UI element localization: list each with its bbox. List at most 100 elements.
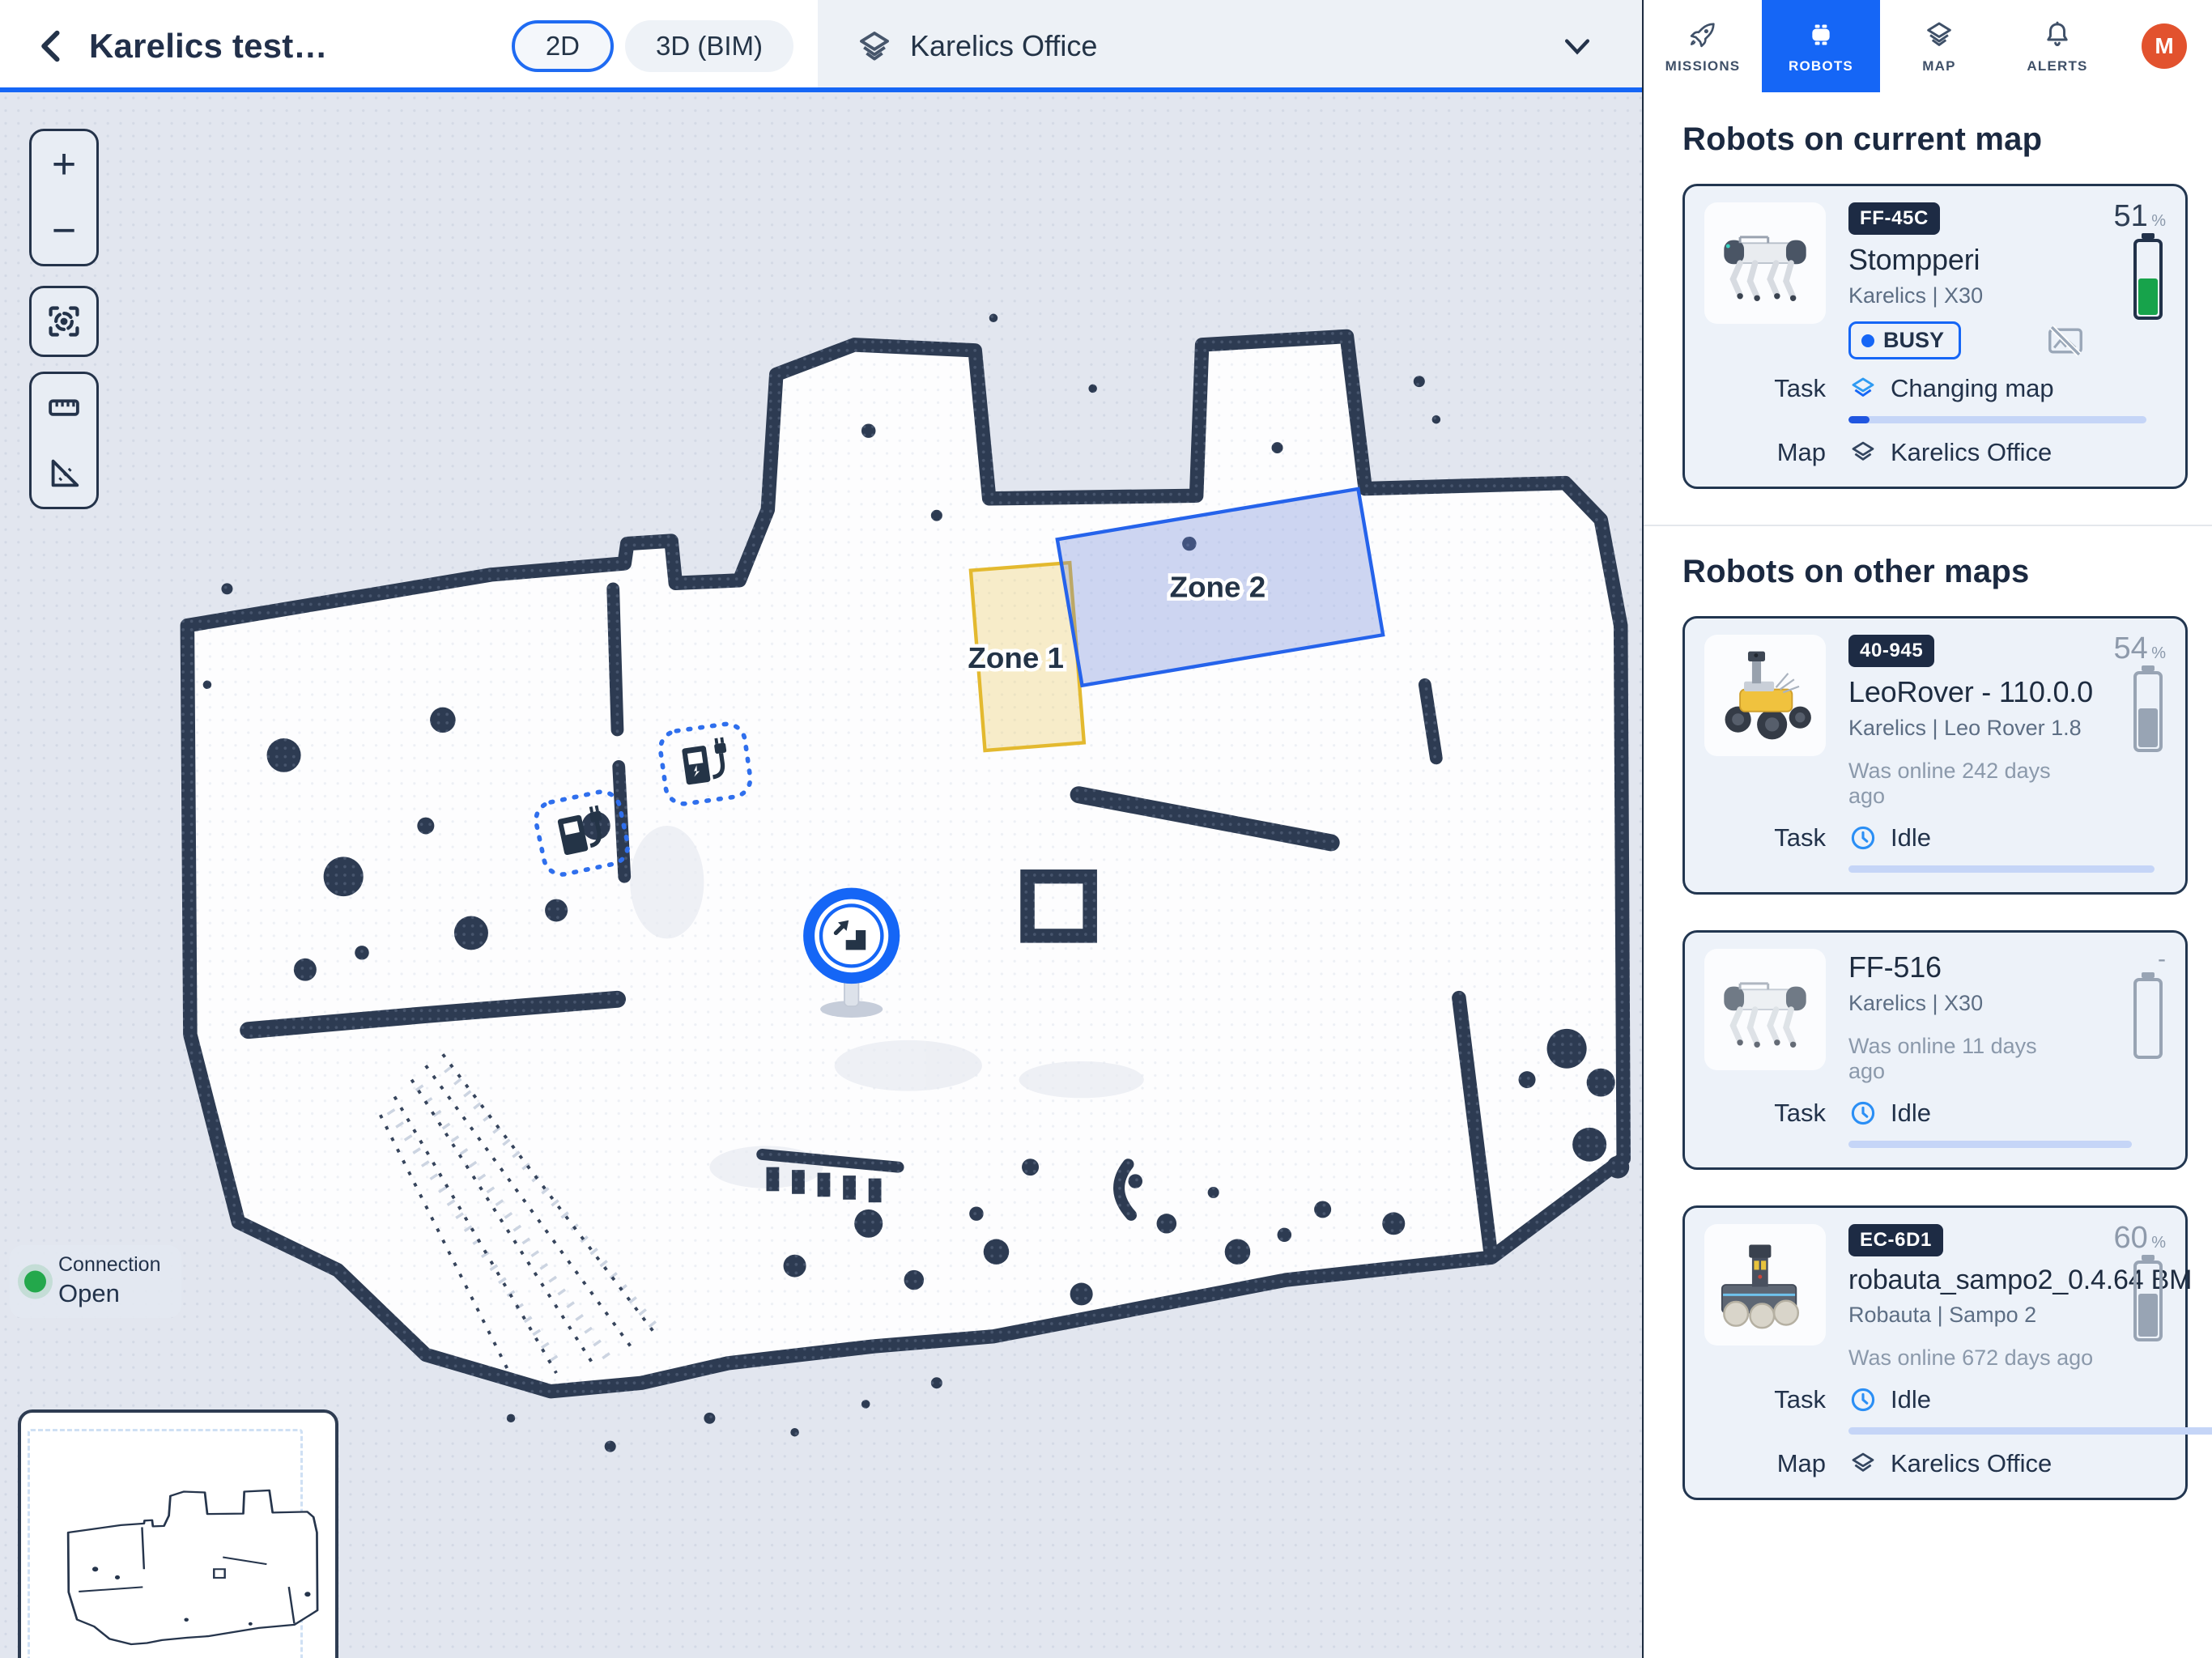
main-nav: MISSIONS ROBOTS MAP ALERTS M: [1642, 0, 2212, 92]
last-online-text: Was online 11 days ago: [1848, 1034, 2070, 1084]
battery-percent: 51: [2113, 199, 2147, 233]
map-row-value: Karelics Office: [1848, 438, 2180, 467]
bell-icon: [2041, 19, 2074, 51]
user-avatar[interactable]: M: [2142, 23, 2187, 69]
layers-icon: [1848, 438, 1878, 467]
header-left: Karelics test… 2D 3D (BIM): [0, 0, 818, 92]
battery-icon: [2133, 978, 2163, 1059]
status-dot: [1861, 334, 1874, 347]
idle-clock-icon: [1848, 823, 1878, 852]
task-progress-bar: [1848, 416, 2146, 423]
robot-code-badge: 40-945: [1848, 635, 1934, 667]
robot-name: LeoRover - 110.0.0: [1848, 675, 2093, 709]
measure-distance-button[interactable]: [32, 374, 96, 440]
back-chevron-icon: [31, 25, 73, 67]
robot-photo: [1704, 1224, 1826, 1346]
nav-tab-map[interactable]: MAP: [1880, 0, 1998, 92]
rocket-icon: [1687, 19, 1719, 51]
page-title: Karelics test…: [89, 27, 328, 66]
robot-vendor-model: Karelics | X30: [1848, 991, 2070, 1016]
task-value-text: Idle: [1891, 1099, 1931, 1128]
section-divider: [1644, 525, 2212, 526]
zoom-in-button[interactable]: +: [32, 131, 96, 198]
robot-code-badge: EC-6D1: [1848, 1224, 1943, 1256]
back-button[interactable]: [31, 25, 73, 67]
battery-indicator: -: [2088, 946, 2166, 1059]
minimap[interactable]: [18, 1409, 338, 1658]
view-toggle: 2D 3D (BIM): [512, 20, 793, 72]
nav-tab-missions[interactable]: MISSIONS: [1644, 0, 1762, 92]
map-canvas[interactable]: Zone 1 Zone 2: [0, 92, 1642, 1658]
nav-tab-alerts[interactable]: ALERTS: [1998, 0, 2116, 92]
map-selector-label: Karelics Office: [910, 29, 1097, 63]
battery-indicator: 60 %: [2088, 1221, 2166, 1341]
robot-card-sampo[interactable]: EC-6D1 robauta_sampo2_0.4.64 BM Robauta …: [1682, 1205, 2188, 1500]
heading-other-maps: Robots on other maps: [1682, 554, 2188, 590]
task-value-text: Idle: [1891, 823, 1931, 852]
map-value-text: Karelics Office: [1891, 1449, 2052, 1478]
minimap-thumbnail: [36, 1455, 321, 1658]
map-value-text: Karelics Office: [1891, 438, 2052, 467]
marker-ring-inner: [821, 905, 882, 966]
battery-indicator: 51 %: [2088, 199, 2166, 320]
battery-unit: %: [2151, 644, 2166, 662]
idle-clock-icon: [1848, 1385, 1878, 1414]
sampo-robot-image: [1710, 1235, 1820, 1335]
robot-card-leorover[interactable]: 40-945 LeoRover - 110.0.0 Karelics | Leo…: [1682, 616, 2188, 895]
zone-1-label: Zone 1: [968, 641, 1064, 674]
connection-status: Connection Open: [10, 1245, 181, 1318]
measure-angle-button[interactable]: [32, 440, 96, 507]
zoom-out-button[interactable]: −: [32, 198, 96, 264]
task-row-label: Task: [1774, 823, 1826, 852]
battery-unit: %: [2151, 212, 2166, 230]
nav-label-missions: MISSIONS: [1665, 58, 1741, 74]
robot-name: Stompperi: [1848, 243, 2085, 277]
map-wall-box: [1027, 877, 1090, 936]
view-3d-button[interactable]: 3D (BIM): [625, 20, 793, 72]
measure-controls: [29, 372, 99, 509]
robot-vendor-model: Karelics | X30: [1848, 283, 2085, 308]
task-row-label: Task: [1774, 1099, 1826, 1128]
locate-control: [29, 286, 99, 357]
map-row-label: Map: [1777, 438, 1826, 467]
locate-icon: [45, 303, 83, 340]
nav-label-map: MAP: [1922, 58, 1955, 74]
robot-photo: [1704, 202, 1826, 324]
zone-2-label: Zone 2: [1170, 571, 1266, 604]
map-row-label: Map: [1777, 1449, 1826, 1478]
robot-name: FF-516: [1848, 950, 2070, 984]
map-selector-dropdown[interactable]: Karelics Office: [818, 0, 1642, 92]
view-2d-button[interactable]: 2D: [512, 20, 614, 72]
avatar-cell: M: [2116, 0, 2212, 92]
map-row-value: Karelics Office: [1848, 1449, 2212, 1478]
zoom-controls: + −: [29, 129, 99, 266]
robot-code-badge: FF-45C: [1848, 202, 1940, 235]
nav-label-alerts: ALERTS: [2027, 58, 2087, 74]
layers-icon: [1923, 19, 1955, 51]
status-text: BUSY: [1883, 328, 1944, 353]
task-progress-bar: [1848, 865, 2155, 873]
locate-button[interactable]: [32, 288, 96, 355]
battery-fill: [2138, 1294, 2158, 1337]
set-square-icon: [45, 455, 83, 492]
last-online-text: Was online 242 days ago: [1848, 759, 2093, 809]
leorover-robot-image: [1710, 645, 1820, 746]
last-online-text: Was online 672 days ago: [1848, 1346, 2192, 1371]
battery-icon: [2133, 239, 2163, 320]
task-progress-fill: [1848, 416, 1870, 423]
robot-card-ff516[interactable]: FF-516 Karelics | X30 Was online 11 days…: [1682, 930, 2188, 1170]
robot-photo: [1704, 949, 1826, 1070]
battery-unit: %: [2151, 1234, 2166, 1252]
battery-icon: [2133, 671, 2163, 752]
task-row-value: Changing map: [1848, 374, 2180, 403]
robot-card-stompperi[interactable]: FF-45C Stompperi Karelics | X30 BUSY Tas…: [1682, 184, 2188, 489]
robots-sidebar: Robots on current map FF-45C Stompperi: [1642, 92, 2212, 1658]
battery-percent: 60: [2113, 1221, 2147, 1255]
battery-indicator: 54 %: [2088, 631, 2166, 752]
nav-tab-robots[interactable]: ROBOTS: [1762, 0, 1880, 92]
task-value-text: Idle: [1891, 1385, 1931, 1414]
task-row-label: Task: [1774, 1385, 1826, 1414]
task-progress-bar: [1848, 1427, 2212, 1435]
camera-off-icon: [2046, 325, 2085, 357]
battery-fill: [2138, 278, 2158, 315]
